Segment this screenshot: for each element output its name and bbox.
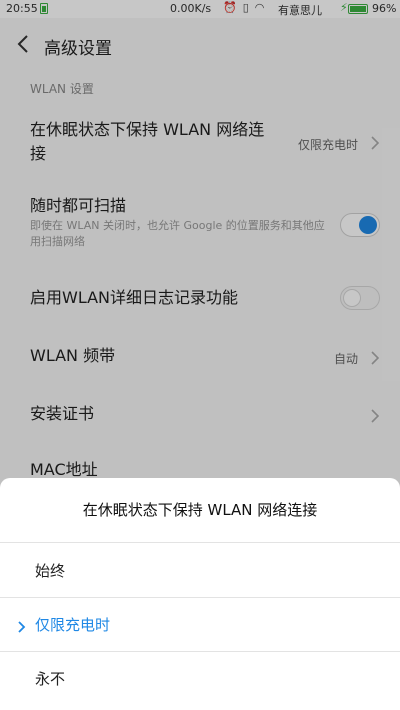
option-label: 永不 [35, 670, 66, 688]
options-dialog: 在休眠状态下保持 WLAN 网络连接 始终 仅限充电时 永不 [0, 478, 400, 710]
option-label: 始终 [35, 562, 66, 580]
option-never[interactable]: 永不 [0, 652, 400, 704]
option-always[interactable]: 始终 [0, 544, 400, 596]
option-label: 仅限充电时 [35, 616, 111, 634]
option-charging-only[interactable]: 仅限充电时 [0, 598, 400, 650]
selected-chevron-icon [18, 618, 26, 633]
divider [0, 542, 400, 543]
dialog-title: 在休眠状态下保持 WLAN 网络连接 [82, 501, 318, 519]
